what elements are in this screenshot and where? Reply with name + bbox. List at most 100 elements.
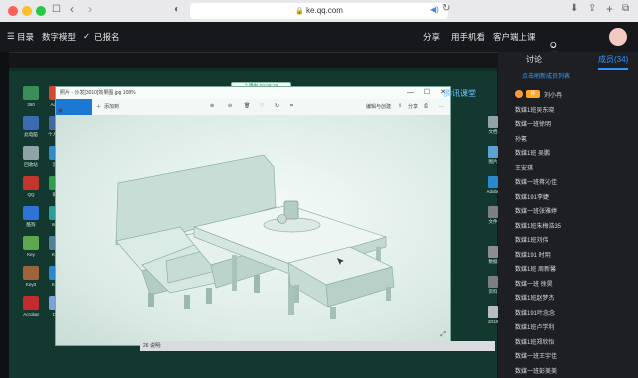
speaker-icon[interactable]: ◀) [430,5,439,14]
member-item[interactable]: 孙氪 [515,134,527,143]
mobile-view-link[interactable]: 用手机看 [451,31,485,43]
heart-icon[interactable]: ♡ [260,103,264,109]
member-item[interactable]: 数媒一班张雅婷 [515,206,557,215]
app-icon [23,176,39,190]
member-item[interactable]: 数媒一班 徐昊 [515,279,553,288]
app-icon [488,306,498,318]
delete-icon[interactable]: 🗑 [244,103,250,109]
app-icon [488,246,498,258]
download-icon[interactable]: ⬇ [570,3,578,14]
member-item[interactable]: 数媒一班徐明 [515,119,551,128]
client-class-link[interactable]: 客户端上课 [493,31,536,43]
print-icon[interactable]: ⎙ [424,103,428,109]
refresh-member-list[interactable]: 点击刷新成员列表 [498,70,638,84]
member-item[interactable]: 数媒1班朱梅浩35 [515,221,561,230]
teacher-avatar [515,90,523,98]
app-icon [488,146,498,158]
member-item[interactable]: 王安琪 [515,163,533,172]
tabs-overview-icon[interactable]: ⧉ [622,3,629,14]
course-title: 数字模型 [42,32,77,42]
photo-toolbar: ▣ ＋ 添加到 ⊕ ⊖ 🗑 ♡ ↻ ⌗ 编辑与创建 ⇪ 分享 ⎙ … [56,99,450,116]
address-bar[interactable]: 🔒 ke.qq.com [190,3,448,19]
member-item[interactable]: 数媒1班郑欣怡 [515,337,554,346]
share-icon[interactable]: ⇪ [588,3,596,14]
share-photo-button[interactable]: 分享 [408,103,418,110]
desktop-icon[interactable]: 回收站 [18,146,44,172]
menu-icon[interactable]: ☰ [7,31,15,42]
app-icon [23,236,39,250]
edit-create-button[interactable]: 编辑与创建 [366,103,391,110]
member-item[interactable]: 数媒1班赵梦杰 [515,293,554,302]
left-strip [0,52,9,378]
enrolled-badge: 已报名 [94,32,120,42]
share-photo-icon[interactable]: ⇪ [398,103,402,109]
desktop-icon[interactable]: 此电脑 [18,116,44,142]
desktop-icon[interactable]: Key [18,236,44,262]
member-item[interactable]: 数媒191叶念念 [515,308,555,317]
member-item[interactable]: 数媒1班 吴鹏 [515,148,550,157]
discussion-tab-label: 讨论 [526,55,542,64]
desktop-icon-label: 此电脑 [24,132,38,137]
member-item[interactable]: 数媒一班彭美美 [515,366,557,375]
app-icon [23,296,39,310]
add-to-button[interactable]: 添加到 [104,103,119,110]
app-icon [488,206,498,218]
tab-members[interactable]: 成员(34) [598,52,629,70]
desktop-icon-label: Key3 [25,282,37,287]
member-item[interactable]: 数媒一班蒋沁佳 [515,177,557,186]
refresh-member-text: 点击刷新成员列表 [522,74,571,80]
bottom-info-strip: 26 说明: [140,341,495,351]
course-top-bar: ☰ 目录 数字模型 ✓ 已报名 分享 用手机看 客户端上课 ⌄ O游啊游O [0,22,638,96]
fullscreen-icon[interactable]: ⤢ [440,331,446,339]
desktop-icon[interactable]: 酷狗 [18,206,44,232]
member-item[interactable]: 数媒191 时玥 [515,250,551,259]
lock-icon: 🔒 [295,8,304,15]
desktop-icon[interactable]: 360 [18,86,44,112]
member-item[interactable]: 数媒1班 周新馨 [515,264,556,273]
member-item[interactable]: 数媒1班卢学利 [515,322,554,331]
avatar[interactable] [609,28,627,46]
catalog-link[interactable]: 目录 [17,31,34,43]
member-item[interactable]: 数媒1班刘伟 [515,235,548,244]
maximize-icon[interactable]: ☐ [424,87,430,99]
desktop-icon-label: Acrobat [23,312,39,317]
reload-icon[interactable]: ↻ [442,3,450,14]
app-icon [23,206,39,220]
check-icon: ✓ [83,31,91,41]
photo-title-text: 照片 - 沙发[3010]效果图.jpg 108% [60,90,136,96]
member-item[interactable]: 刘小冉 [544,90,562,99]
blue-action-badge[interactable]: ▣ [56,99,92,115]
rotate-icon[interactable]: ↻ [275,103,279,109]
member-item[interactable]: 数媒1班吴东晓 [515,105,554,114]
member-item[interactable]: 数媒191李婕 [515,192,549,201]
desktop-icon[interactable]: Acrobat [18,296,44,322]
close-window-dot[interactable] [8,6,18,16]
teacher-badge: 师 [526,90,540,98]
member-item[interactable]: 数媒一班王宇佳 [515,351,557,360]
forward-icon[interactable]: › [88,2,92,16]
desktop-icon-label: 360 [27,102,35,107]
zoom-out-icon[interactable]: ⊖ [228,103,232,109]
new-tab-icon[interactable]: + [606,2,613,16]
minimize-icon[interactable]: — [407,87,414,99]
desktop-icon[interactable]: Key3 [18,266,44,292]
maximize-window-dot[interactable] [36,6,46,16]
desktop-icon-label: 回收站 [24,162,38,167]
back-icon[interactable]: ‹ [70,2,74,16]
sidebar-toggle-icon[interactable]: ☐ [52,4,61,15]
photo-canvas: ⤢ [56,115,450,345]
app-icon [23,146,39,160]
desktop-icon[interactable]: QQ [18,176,44,202]
tab-discussion[interactable]: 讨论 [526,52,542,68]
minimize-window-dot[interactable] [22,6,32,16]
crop-icon[interactable]: ⌗ [290,103,293,109]
zoom-in-icon[interactable]: ⊕ [210,103,214,109]
desktop-taskbar-edge [9,68,497,71]
share-link[interactable]: 分享 [423,31,440,43]
shield-icon[interactable]: ◐ [174,4,180,15]
address-text: ke.qq.com [306,6,343,15]
desktop-icon-label: 酷狗 [26,222,36,227]
bottom-info-text: 26 说明: [143,343,162,349]
photo-viewer-window: 照片 - 沙发[3010]效果图.jpg 108% — ☐ ✕ ▣ ＋ 添加到 … [55,86,451,346]
desktop-icon-label: QQ [27,192,35,197]
